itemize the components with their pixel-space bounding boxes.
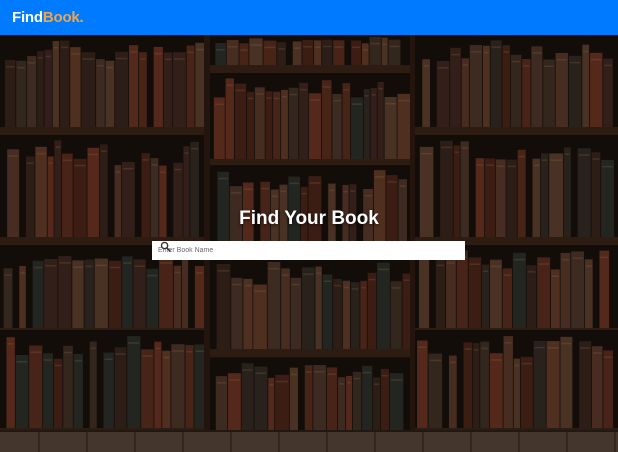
page-title: Find Your Book (239, 208, 379, 229)
brand-find-text: Find (12, 9, 43, 26)
brand-logo[interactable]: FindBook. (12, 9, 84, 26)
search-input[interactable] (158, 242, 465, 259)
navbar: FindBook. (0, 0, 618, 35)
search-bar (152, 241, 465, 260)
search-icon (160, 241, 171, 252)
hero-section: Find Your Book (0, 35, 618, 452)
brand-book-text: Book. (42, 9, 84, 26)
